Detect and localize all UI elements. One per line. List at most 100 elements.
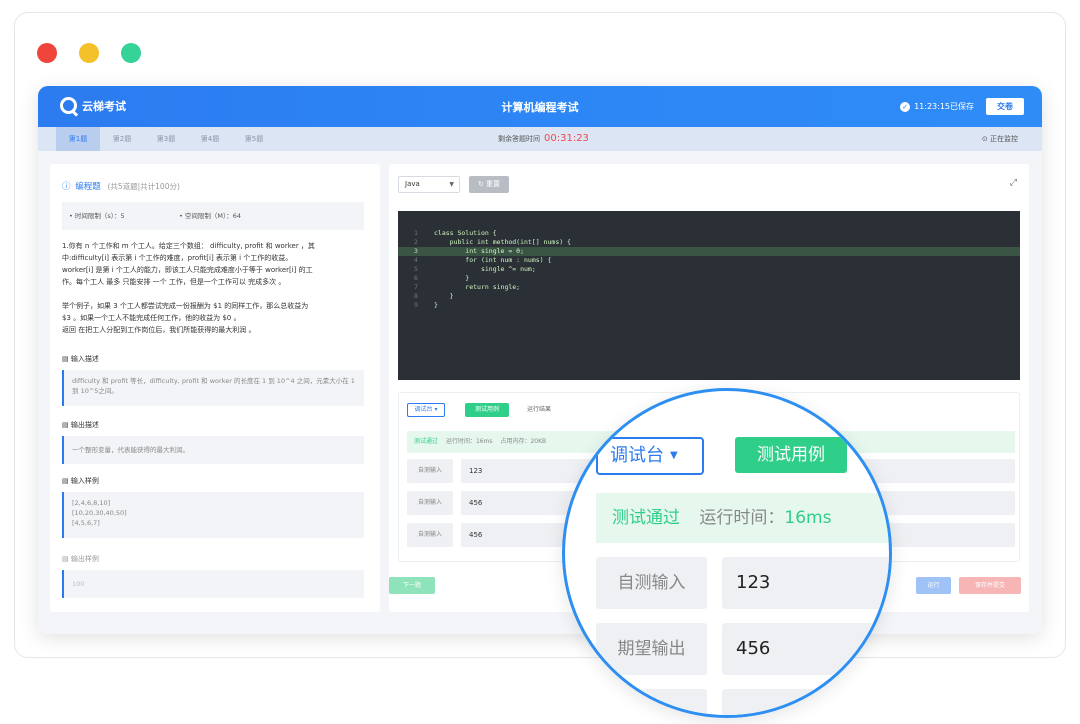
runtime-text: 运行时间：16ms — [445, 438, 493, 445]
check-icon: ✓ — [900, 101, 911, 112]
tab-testcase[interactable]: 测试用例 — [465, 403, 509, 417]
magnified-io-row: 自测输入 123 — [596, 557, 889, 609]
input-sample-box: [2,4,6,8,10] [10,20,30,40,50] [4,5,6,7] — [62, 492, 364, 538]
tab-question-1[interactable]: 第1题 — [56, 127, 100, 151]
debug-console-select[interactable]: 调试台 ▾ — [407, 403, 445, 417]
code-line: 8 } — [414, 292, 454, 300]
magnified-testcase-tab: 测试用例 — [735, 437, 847, 473]
minimize-dot-icon[interactable] — [79, 43, 99, 63]
question-tabs: 第1题 第2题 第3题 第4题 第5题 剩余答题时间 00:31:23 ⊙ 正在监… — [38, 127, 1042, 151]
timer-label: 剩余答题时间 — [498, 135, 540, 143]
language-value: Java — [405, 180, 420, 188]
monitor-icon: ⊙ — [981, 135, 988, 143]
code-line: 1 class Solution { — [414, 229, 497, 237]
desc-spacer — [62, 288, 366, 300]
magnified-debug-select: 调试台 ▼ — [596, 437, 704, 475]
reset-label: 重置 — [486, 180, 501, 188]
debug-label: 调试台 — [414, 406, 433, 413]
question-panel: ⓘ 编程题 (共5道题|共计100分) • 时间限制（s）：5 • 空间限制（M… — [50, 164, 380, 612]
desc-line: 1.你有 n 个工作和 m 个工人。给定三个数组： difficulty, pr… — [62, 242, 315, 250]
sample-line: [4,5,6,7] — [72, 519, 100, 527]
output-sample-box: 100 — [62, 570, 364, 598]
code-editor[interactable]: 1 class Solution { 2 public int method(in… — [398, 211, 1020, 380]
reset-button[interactable]: ↻ 重置 — [469, 176, 509, 193]
memory-text: 占用内存：20KB — [500, 438, 547, 445]
code-line: 4 for (int num : nums) { — [414, 256, 552, 264]
maximize-dot-icon[interactable] — [121, 43, 141, 63]
code-line: 9} — [414, 301, 438, 309]
input-desc-heading: ▤ 输入描述 — [62, 355, 99, 363]
output-desc-title: 输出描述 — [70, 421, 99, 429]
code-line: 6 } — [414, 274, 470, 282]
desc-line: 中:difficulty[i] 表示第 i 个工作的难度，profit[i] 表… — [62, 254, 293, 262]
io-row-label: 自测输入 — [407, 491, 453, 515]
desc-line: 返回 在把工人分配到工作岗位后，我们所能获得的最大利润 。 — [62, 326, 256, 334]
magnified-debug-label: 调试台 — [610, 445, 664, 466]
timer-value: 00:31:23 — [544, 133, 589, 144]
tab-question-2[interactable]: 第2题 — [100, 127, 144, 151]
code-line: 7 return single; — [414, 283, 521, 291]
desc-line: 作。每个工人 最多 只能安排 一个 工作，但是一个工作可以 完成多次 。 — [62, 278, 286, 286]
magnified-status-bar: 测试通过 运行时间：16ms — [596, 493, 889, 543]
code-line-highlighted: 3 int single = 0; — [398, 247, 1020, 256]
submit-exam-button[interactable]: 交卷 — [986, 98, 1024, 115]
question-type: ⓘ 编程题 (共5道题|共计100分) — [62, 180, 180, 192]
magnified-io-value: 456 — [722, 623, 889, 675]
next-question-button[interactable]: 下一题 — [389, 577, 435, 594]
exam-title: 计算机编程考试 — [501, 101, 579, 114]
input-desc-title: 输入描述 — [70, 355, 99, 363]
time-limit: • 时间限制（s）：5 — [69, 212, 125, 220]
help-icon: ⓘ — [62, 182, 71, 192]
monitor-status: ⊙ 正在监控 — [982, 127, 1018, 151]
run-button[interactable]: 运行 — [916, 577, 951, 594]
tab-run-result[interactable]: 运行结果 — [527, 403, 551, 417]
tab-question-3[interactable]: 第3题 — [144, 127, 188, 151]
input-sample-title: 输入样例 — [70, 477, 99, 485]
input-desc-box: difficulty 和 profit 等长，difficulty, profi… — [62, 370, 364, 406]
language-select[interactable]: Java ▼ — [398, 176, 460, 193]
space-limit: • 空间限制（M）：64 — [179, 212, 242, 220]
question-description: 1.你有 n 个工作和 m 个工人。给定三个数组： difficulty, pr… — [62, 240, 366, 336]
output-sample-heading: ▤ 输出样例 — [62, 555, 99, 563]
top-bar: 云梯考试 计算机编程考试 ✓ 11:23:15已保存 交卷 — [38, 86, 1042, 127]
code-line: 5 single ^= num; — [414, 265, 536, 273]
save-status: ✓ 11:23:15已保存 — [900, 101, 974, 112]
magnified-io-row: 期望输出 456 — [596, 623, 889, 675]
magnified-io-value — [722, 689, 889, 715]
desc-line: $3 。如果一个工人不能完成任何工作，他的收益为 $0 。 — [62, 314, 241, 322]
tab-question-4[interactable]: 第4题 — [188, 127, 232, 151]
input-sample-heading: ▤ 输入样例 — [62, 477, 99, 485]
pass-text: 测试通过 — [414, 438, 439, 445]
question-meta: (共5道题|共计100分) — [107, 182, 180, 191]
sample-line: [2,4,6,8,10] — [72, 499, 111, 507]
io-row-label: 自测输入 — [407, 459, 453, 483]
output-desc-heading: ▤ 输出描述 — [62, 421, 99, 429]
save-status-text: 11:23:15已保存 — [914, 102, 974, 111]
desc-line: 举个例子，如果 3 个工人都尝试完成一份报酬为 $1 的同样工作，那么总收益为 — [62, 302, 309, 310]
magnified-runtime-value: 16ms — [784, 508, 832, 528]
limits-box: • 时间限制（s）：5 • 空间限制（M）：64 — [62, 202, 364, 230]
magnified-io-label: 自测输入 — [596, 557, 707, 609]
reset-icon: ↻ — [477, 180, 484, 188]
magnified-runtime-label: 运行时间： — [699, 508, 785, 528]
output-desc-box: 一个整形变量，代表能获得的最大利润。 — [62, 436, 364, 464]
close-dot-icon[interactable] — [37, 43, 57, 63]
magnified-pass-text: 测试通过 — [612, 508, 680, 528]
sample-line: [10,20,30,40,50] — [72, 509, 127, 517]
monitor-text: 正在监控 — [990, 135, 1018, 143]
dropdown-arrow-icon: ▼ — [449, 181, 454, 188]
expand-icon[interactable]: ⤢ — [1010, 178, 1017, 188]
magnified-io-label: 期望输出 — [596, 623, 707, 675]
magnifier-callout: 调试台 ▼ 测试用例 测试通过 运行时间：16ms 自测输入 123 期望输出 4… — [562, 388, 892, 718]
tab-question-5[interactable]: 第5题 — [232, 127, 276, 151]
countdown-timer: 剩余答题时间 00:31:23 — [498, 127, 589, 151]
question-type-text: 编程题 — [75, 182, 101, 192]
io-row-label: 自测输入 — [407, 523, 453, 547]
output-sample-title: 输出样例 — [70, 555, 99, 563]
magnified-io-label — [596, 689, 707, 715]
magnified-io-value: 123 — [722, 557, 889, 609]
magnified-io-row-partial — [596, 689, 889, 715]
save-submit-button[interactable]: 保存并提交 — [959, 577, 1021, 594]
dropdown-arrow-icon: ▼ — [670, 450, 678, 461]
desc-line: worker[i] 是第 i 个工人的能力，即该工人只能完成难度小于等于 wor… — [62, 266, 313, 274]
